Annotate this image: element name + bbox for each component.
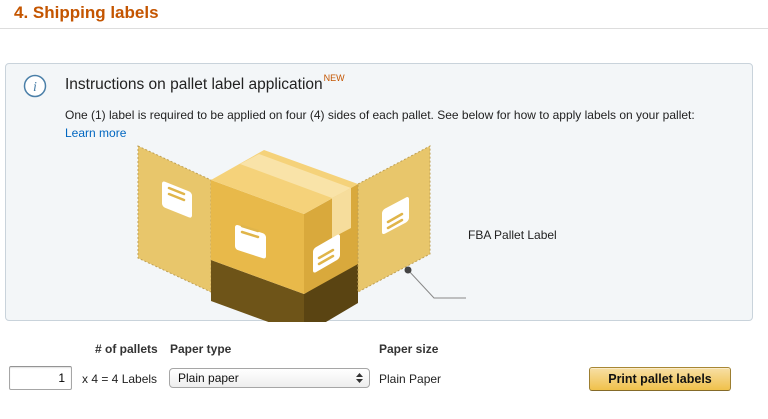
label-count-calculation: x 4 = 4 Labels — [82, 372, 158, 386]
new-badge: NEW — [323, 73, 345, 83]
pallets-column-header: # of pallets — [95, 342, 158, 356]
instructions-title-text: Instructions on pallet label application — [65, 76, 323, 93]
select-arrows-icon — [356, 373, 363, 383]
info-icon: i — [23, 74, 47, 98]
instructions-title: Instructions on pallet label application… — [65, 73, 345, 94]
instructions-description: One (1) label is required to be applied … — [65, 108, 695, 122]
paper-type-selected-value: Plain paper — [178, 371, 239, 385]
pallet-count-input[interactable] — [9, 366, 72, 390]
paper-type-column-header: Paper type — [170, 342, 232, 356]
paper-size-column-header: Paper size — [379, 342, 439, 356]
paper-type-select[interactable]: Plain paper — [169, 368, 370, 388]
paper-size-value: Plain Paper — [379, 372, 442, 386]
fba-pallet-label-callout: FBA Pallet Label — [468, 228, 557, 242]
section-title: 4. Shipping labels — [14, 3, 159, 22]
learn-more-link[interactable]: Learn more — [65, 126, 126, 140]
pallet-instructions-panel: i Instructions on pallet label applicati… — [5, 63, 753, 322]
svg-text:i: i — [33, 80, 37, 95]
section-divider — [0, 28, 768, 29]
print-pallet-labels-button[interactable]: Print pallet labels — [589, 367, 731, 391]
